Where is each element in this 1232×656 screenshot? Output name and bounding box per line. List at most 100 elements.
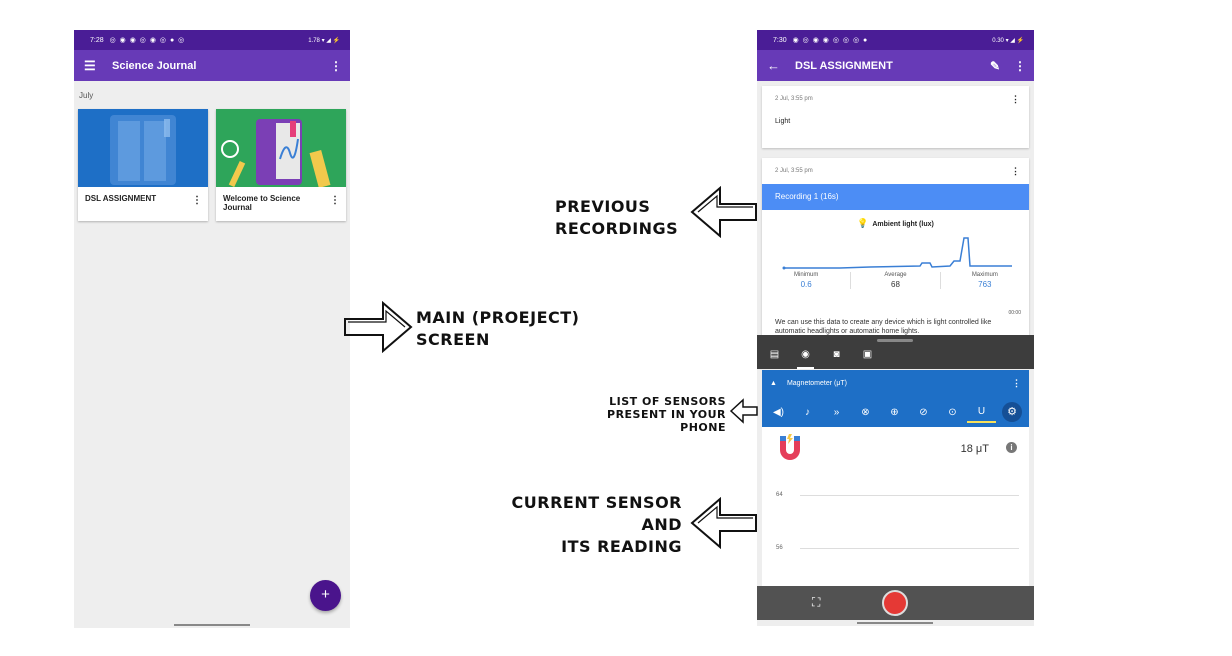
camera-icon[interactable]: ◙ — [828, 349, 845, 369]
menu-icon[interactable]: ☰ — [84, 58, 112, 74]
project-title: DSL ASSIGNMENT — [85, 194, 157, 203]
lightbulb-icon: 💡 — [857, 218, 869, 228]
accelerometer-y-icon[interactable]: ⊕ — [880, 407, 909, 418]
annotation-line: SCREEN — [416, 330, 490, 349]
app-title: Science Journal — [112, 59, 197, 72]
note-entry-card[interactable]: 2 Jul, 3:55 pm ⋮ Light — [762, 86, 1029, 148]
grid-label: 56 — [776, 545, 783, 551]
stat-label: Maximum — [971, 272, 998, 278]
entry-timestamp: 2 Jul, 3:55 pm — [775, 168, 813, 174]
project-title: Welcome to Science Journal — [223, 194, 301, 212]
sensor-icon[interactable]: ◉ — [797, 349, 814, 369]
app-bar: ☰ Science Journal ⋮ — [74, 50, 350, 81]
recording-graph — [782, 237, 1012, 270]
more-vert-icon[interactable]: ⋮ — [192, 195, 202, 206]
recording-start-point — [782, 266, 786, 270]
grid-label: 64 — [776, 492, 783, 498]
stat-value: 68 — [891, 280, 900, 289]
stat-minimum: Minimum 0.6 — [762, 272, 850, 289]
annotation-list-of-sensors: LIST OF SENSORS PRESENT IN YOUR PHONE — [566, 395, 726, 434]
gallery-icon[interactable]: ▣ — [859, 349, 876, 369]
notification-icons: ◎ ◉ ◉ ◎ ◉ ◎ ● ◎ — [109, 37, 186, 44]
record-bar: ⛶ — [757, 586, 1034, 620]
stat-value: 763 — [978, 280, 992, 289]
status-time: 7:30 — [773, 36, 787, 44]
more-vert-icon[interactable]: ⋮ — [1012, 378, 1021, 389]
experiment-title: DSL ASSIGNMENT — [795, 59, 893, 72]
project-card-dsl[interactable]: DSL ASSIGNMENT ⋮ — [78, 109, 208, 221]
gesture-nav-bar[interactable] — [857, 622, 933, 624]
status-bar: 7:28 ◎ ◉ ◉ ◎ ◉ ◎ ● ◎ 1.78 ▾ ◢ ⚡ — [74, 30, 350, 50]
left-arrow-icon — [690, 186, 757, 238]
experiment-screen-phone: 7:30 ◉ ◎ ◉ ◉ ◎ ◎ ◎ ● 0.30 ▾ ◢ ⚡ ← DSL AS… — [757, 30, 1034, 626]
more-vert-icon[interactable]: ⋮ — [1011, 166, 1020, 177]
recording-description: We can use this data to create any devic… — [775, 319, 992, 335]
magnet-icon[interactable]: U — [967, 401, 996, 423]
annotation-line: PRESENT IN YOUR PHONE — [607, 408, 726, 434]
recording-line — [784, 237, 1012, 269]
recording-timecode: 00:00 — [1008, 310, 1021, 316]
entry-timestamp: 2 Jul, 3:55 pm — [775, 96, 813, 102]
more-vert-icon[interactable]: ⋮ — [1011, 94, 1020, 105]
recording-entry-card[interactable]: 2 Jul, 3:55 pm ⋮ Recording 1 (16s) 💡 Ambi… — [762, 158, 1029, 338]
sensor-panel: ▲ Magnetometer (μT) ⋮ ◀) ♪ » ⊗ ⊕ ⊘ ⊙ U ⚙… — [762, 370, 1029, 586]
stat-average: Average 68 — [850, 272, 939, 289]
grid-line — [800, 548, 1019, 549]
sensor-tab-list: ◀) ♪ » ⊗ ⊕ ⊘ ⊙ U ⚙ — [762, 397, 1029, 427]
left-arrow-icon — [729, 398, 758, 424]
settings-icon[interactable]: ⚙ — [1002, 402, 1022, 422]
science-notebook-illustration-icon — [221, 119, 331, 187]
sensor-title: Magnetometer (μT) — [786, 380, 847, 387]
annotation-main-screen: MAIN (PROEJECT) SCREEN — [416, 307, 579, 351]
right-arrow-icon — [344, 301, 413, 353]
status-time: 7:28 — [90, 36, 104, 44]
tool-tabs: ▤ ◉ ◙ ▣ — [766, 349, 876, 369]
compass-icon[interactable]: ⊙ — [938, 407, 967, 418]
magnet-icon — [780, 434, 800, 460]
app-bar: ← DSL ASSIGNMENT ✎ ⋮ — [757, 50, 1034, 81]
music-note-icon[interactable]: ♪ — [793, 407, 822, 418]
annotation-previous-recordings: PREVIOUS RECORDINGS — [555, 196, 678, 240]
more-vert-icon[interactable]: ⋮ — [330, 195, 340, 206]
status-bar: 7:30 ◉ ◎ ◉ ◉ ◎ ◎ ◎ ● 0.30 ▾ ◢ ⚡ — [757, 30, 1034, 50]
project-card-welcome[interactable]: Welcome to Science Journal ⋮ — [216, 109, 346, 221]
drag-handle[interactable] — [877, 339, 913, 342]
annotation-line: CURRENT SENSOR — [511, 493, 682, 512]
record-button[interactable] — [882, 590, 908, 616]
annotation-line: MAIN (PROEJECT) — [416, 308, 580, 327]
accelerometer-x-icon[interactable]: ⊗ — [851, 407, 880, 418]
stat-maximum: Maximum 763 — [939, 272, 1029, 289]
main-screen-phone: 7:28 ◎ ◉ ◉ ◎ ◉ ◎ ● ◎ 1.78 ▾ ◢ ⚡ ☰ Scienc… — [74, 30, 350, 628]
annotation-line: PREVIOUS — [555, 197, 651, 216]
recorded-sensor-label: Ambient light (lux) — [872, 221, 934, 228]
annotation-line: LIST OF SENSORS — [609, 395, 726, 408]
status-right-icons: 0.30 ▾ ◢ ⚡ — [992, 37, 1024, 44]
more-vert-icon[interactable]: ⋮ — [330, 59, 342, 73]
fast-forward-icon[interactable]: » — [822, 407, 851, 418]
recording-header[interactable]: Recording 1 (16s) — [762, 184, 1029, 210]
gesture-nav-bar[interactable] — [174, 624, 250, 626]
add-project-button[interactable]: + — [310, 580, 341, 611]
info-icon[interactable]: i — [1006, 442, 1017, 453]
annotation-current-sensor: CURRENT SENSOR AND ITS READING — [482, 492, 682, 558]
snapshot-icon[interactable]: ⛶ — [812, 595, 820, 610]
chevron-up-icon[interactable]: ▲ — [770, 380, 777, 387]
notebook-illustration-icon — [110, 115, 176, 185]
grid-line — [800, 495, 1019, 496]
month-label: July — [79, 91, 94, 100]
sound-icon[interactable]: ◀) — [764, 407, 793, 418]
tool-strip: ▤ ◉ ◙ ▣ — [757, 335, 1034, 369]
status-right-icons: 1.78 ▾ ◢ ⚡ — [308, 37, 340, 44]
sensor-header: ▲ Magnetometer (μT) ⋮ — [762, 370, 1029, 397]
edit-icon[interactable]: ✎ — [990, 59, 1000, 73]
stat-label: Average — [884, 272, 907, 278]
annotation-line: RECORDINGS — [555, 219, 679, 238]
more-vert-icon[interactable]: ⋮ — [1014, 59, 1026, 73]
accelerometer-z-icon[interactable]: ⊘ — [909, 407, 938, 418]
stat-label: Minimum — [793, 272, 819, 278]
note-icon[interactable]: ▤ — [766, 349, 783, 369]
project-thumbnail — [216, 109, 346, 187]
project-thumbnail — [78, 109, 208, 187]
back-arrow-icon[interactable]: ← — [767, 58, 795, 73]
recorded-sensor-name: 💡 Ambient light (lux) — [762, 218, 1029, 229]
